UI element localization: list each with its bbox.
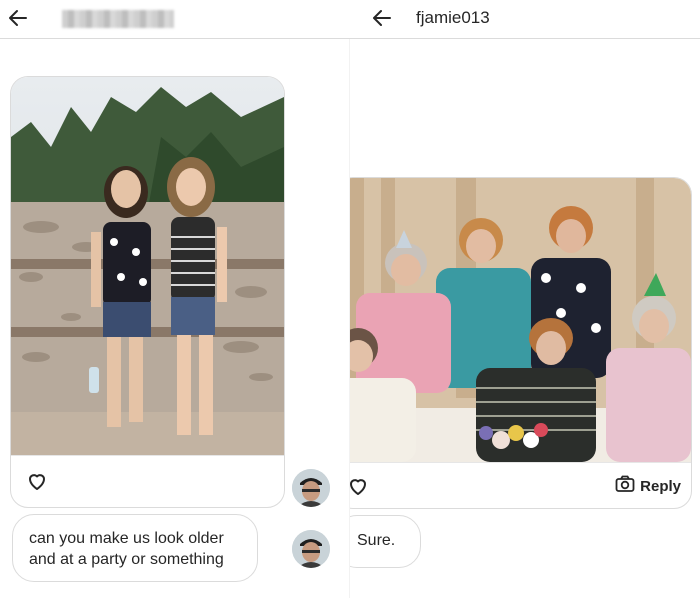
redacted-username <box>62 10 174 28</box>
camera-icon <box>615 475 635 497</box>
edited-photo[interactable] <box>350 178 691 463</box>
reply-button[interactable]: Reply <box>615 475 681 497</box>
shared-photo-card[interactable]: Reply <box>350 177 692 509</box>
back-arrow-icon[interactable] <box>370 6 394 30</box>
avatar[interactable] <box>292 530 330 568</box>
heart-icon[interactable] <box>25 469 49 493</box>
original-photo[interactable] <box>11 77 284 456</box>
heart-icon[interactable] <box>350 474 370 498</box>
avatar[interactable] <box>292 469 330 507</box>
message-bubble-request: can you make us look older and at a part… <box>12 514 258 582</box>
shared-photo-card[interactable] <box>10 76 285 508</box>
message-text: can you make us look older and at a part… <box>29 530 224 568</box>
left-header <box>0 0 350 39</box>
back-arrow-icon[interactable] <box>6 6 30 30</box>
right-header: fjamie013 <box>350 0 700 39</box>
left-conversation-panel: can you make us look older and at a part… <box>0 0 350 598</box>
reply-label: Reply <box>640 477 681 495</box>
conversation-username[interactable]: fjamie013 <box>416 8 490 28</box>
message-text: Sure. <box>357 532 396 549</box>
message-bubble-reply: Sure. <box>350 515 421 568</box>
right-conversation-panel: fjamie013 Reply Sure. <box>350 0 700 598</box>
